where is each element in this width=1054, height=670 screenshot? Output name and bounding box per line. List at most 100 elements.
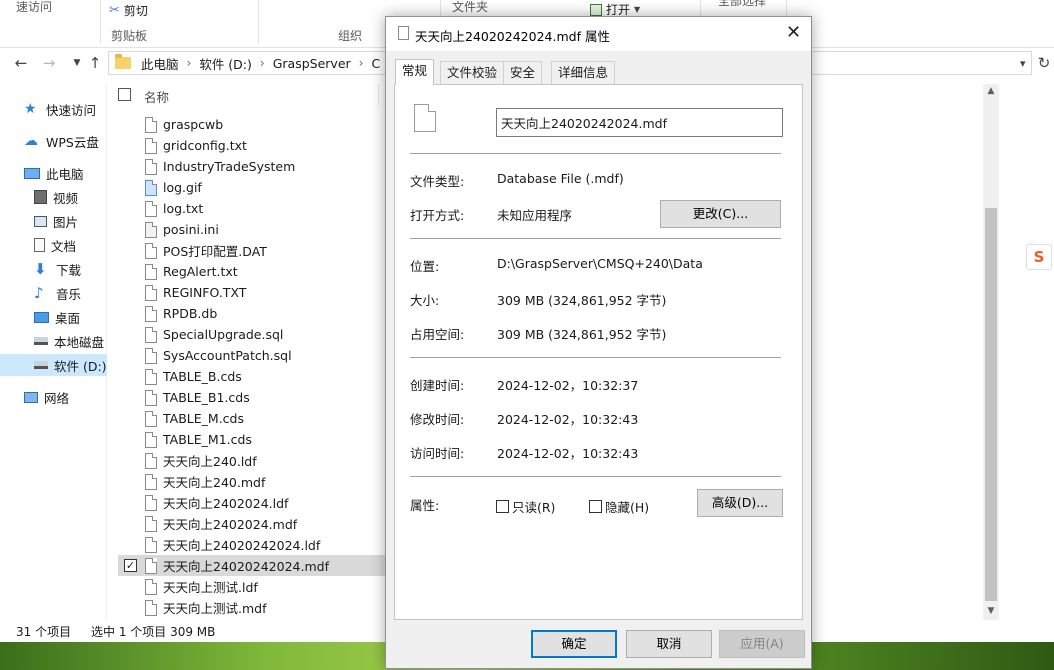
select-all-checkbox[interactable]: [118, 88, 131, 101]
row-checkbox[interactable]: [124, 370, 137, 383]
file-row[interactable]: TABLE_B1.cds: [118, 387, 386, 408]
file-row[interactable]: posini.ini: [118, 219, 386, 240]
readonly-checkbox-box[interactable]: [496, 500, 509, 513]
scroll-up-arrow-icon[interactable]: ▲: [983, 86, 999, 96]
address-history-chevron-icon[interactable]: ▾: [1020, 57, 1026, 70]
row-checkbox[interactable]: [124, 307, 137, 320]
file-row[interactable]: IndustryTradeSystem: [118, 156, 386, 177]
file-row[interactable]: REGINFO.TXT: [118, 282, 386, 303]
row-checkbox[interactable]: [124, 223, 137, 236]
up-arrow-icon[interactable]: ↑: [86, 54, 104, 72]
sidebar-item-network[interactable]: 网络: [0, 386, 107, 408]
sidebar-item-music[interactable]: ♪ 音乐: [0, 282, 107, 304]
file-row[interactable]: gridconfig.txt: [118, 135, 386, 156]
file-row[interactable]: TABLE_M.cds: [118, 408, 386, 429]
row-checkbox[interactable]: [124, 538, 137, 551]
file-row[interactable]: POS打印配置.DAT: [118, 240, 386, 261]
file-row[interactable]: 天天向上2402024.mdf: [118, 513, 386, 534]
scroll-down-arrow-icon[interactable]: ▼: [983, 606, 999, 616]
cut-button[interactable]: ✂ 剪切: [109, 2, 148, 19]
sidebar-item-pictures[interactable]: 图片: [0, 210, 107, 232]
sidebar-item-quick-access[interactable]: ★ 快速访问: [0, 98, 107, 120]
back-arrow-icon[interactable]: ←: [12, 54, 30, 72]
row-checkbox[interactable]: [124, 349, 137, 362]
breadcrumb-cmsq[interactable]: C: [371, 56, 380, 71]
advanced-button[interactable]: 高级(D)...: [697, 489, 783, 517]
tab-general[interactable]: 常规: [395, 59, 435, 85]
file-row[interactable]: graspcwb: [118, 114, 386, 135]
row-checkbox[interactable]: [124, 139, 137, 152]
row-checkbox[interactable]: [124, 244, 137, 257]
hidden-checkbox[interactable]: 隐藏(H): [589, 497, 649, 516]
file-row[interactable]: SysAccountPatch.sql: [118, 345, 386, 366]
chevron-right-icon[interactable]: ›: [260, 56, 265, 70]
change-button[interactable]: 更改(C)...: [660, 200, 781, 228]
sogou-ime-icon[interactable]: S: [1026, 244, 1052, 270]
scrollbar-thumb[interactable]: [985, 208, 997, 601]
file-row[interactable]: RegAlert.txt: [118, 261, 386, 282]
row-checkbox[interactable]: [124, 328, 137, 341]
tab-security[interactable]: 安全: [503, 61, 543, 84]
row-checkbox[interactable]: [124, 181, 137, 194]
file-row[interactable]: SpecialUpgrade.sql: [118, 324, 386, 345]
row-checkbox[interactable]: [124, 454, 137, 467]
forward-arrow-icon[interactable]: →: [40, 54, 58, 72]
accessed-label: 访问时间:: [410, 446, 465, 461]
row-checkbox[interactable]: [124, 412, 137, 425]
sidebar-item-downloads[interactable]: ⬇ 下载: [0, 258, 107, 280]
chevron-right-icon[interactable]: ›: [359, 56, 364, 70]
file-row[interactable]: 天天向上240.mdf: [118, 471, 386, 492]
file-row[interactable]: 天天向上240.ldf: [118, 450, 386, 471]
apply-button[interactable]: 应用(A): [719, 630, 805, 658]
file-row[interactable]: RPDB.db: [118, 303, 386, 324]
file-row[interactable]: TABLE_B.cds: [118, 366, 386, 387]
tab-checksum[interactable]: 文件校验: [440, 61, 505, 84]
row-checkbox[interactable]: ✓: [124, 559, 137, 572]
file-row[interactable]: 天天向上2402024.ldf: [118, 492, 386, 513]
chevron-right-icon[interactable]: ›: [187, 56, 192, 70]
row-checkbox[interactable]: [124, 475, 137, 488]
row-checkbox[interactable]: [124, 433, 137, 446]
sidebar-item-drive-d[interactable]: 软件 (D:): [0, 354, 107, 376]
refresh-icon[interactable]: ↻: [1035, 54, 1053, 72]
column-divider[interactable]: [378, 84, 379, 106]
cancel-button[interactable]: 取消: [626, 630, 712, 658]
file-row[interactable]: TABLE_M1.cds: [118, 429, 386, 450]
row-checkbox[interactable]: [124, 580, 137, 593]
close-icon[interactable]: ✕: [786, 22, 801, 44]
breadcrumb-this-pc[interactable]: 此电脑: [141, 54, 179, 73]
vertical-scrollbar[interactable]: ▲ ▼: [983, 84, 999, 620]
sidebar-item-label: 音乐: [56, 286, 82, 302]
row-checkbox[interactable]: [124, 202, 137, 215]
row-checkbox[interactable]: [124, 517, 137, 530]
row-checkbox[interactable]: [124, 265, 137, 278]
sidebar-item-documents[interactable]: 文档: [0, 234, 107, 256]
column-header-name[interactable]: 名称 ^: [118, 84, 379, 106]
row-checkbox[interactable]: [124, 601, 137, 614]
file-name-field[interactable]: 天天向上24020242024.mdf: [496, 108, 783, 137]
row-checkbox[interactable]: [124, 286, 137, 299]
breadcrumb-graspserver[interactable]: GraspServer: [273, 56, 351, 71]
row-checkbox[interactable]: [124, 391, 137, 404]
recent-locations-chevron-icon[interactable]: ▼: [68, 54, 86, 72]
file-row[interactable]: 天天向上测试.ldf: [118, 576, 386, 597]
dialog-title-bar[interactable]: 天天向上24020242024.mdf 属性 ✕: [386, 17, 811, 51]
sidebar-item-videos[interactable]: 视频: [0, 186, 107, 208]
sidebar-item-this-pc[interactable]: 此电脑: [0, 162, 107, 184]
row-checkbox[interactable]: [124, 496, 137, 509]
sidebar-item-local-disk[interactable]: 本地磁盘: [0, 330, 107, 352]
file-row[interactable]: ✓ 天天向上24020242024.mdf: [118, 555, 386, 576]
sidebar-item-wps-cloud[interactable]: ☁ WPS云盘: [0, 130, 107, 152]
hidden-checkbox-box[interactable]: [589, 500, 602, 513]
sidebar-item-desktop[interactable]: 桌面: [0, 306, 107, 328]
file-row[interactable]: 天天向上24020242024.ldf: [118, 534, 386, 555]
breadcrumb-drive-d[interactable]: 软件 (D:): [199, 54, 252, 73]
ok-button[interactable]: 确定: [531, 630, 617, 658]
file-row[interactable]: log.txt: [118, 198, 386, 219]
row-checkbox[interactable]: [124, 160, 137, 173]
file-row[interactable]: log.gif: [118, 177, 386, 198]
tab-details[interactable]: 详细信息: [551, 61, 616, 84]
file-row[interactable]: 天天向上测试.mdf: [118, 597, 386, 618]
readonly-checkbox[interactable]: 只读(R): [496, 497, 555, 516]
row-checkbox[interactable]: [124, 118, 137, 131]
